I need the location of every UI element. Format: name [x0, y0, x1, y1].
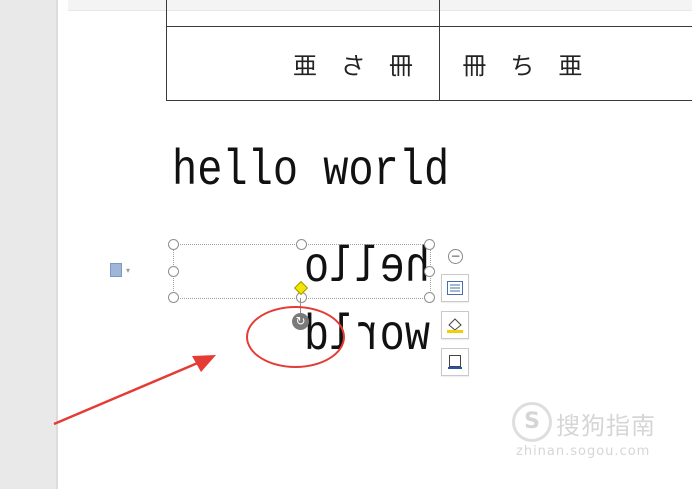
shape-fill-button[interactable]	[441, 311, 469, 339]
layout-options-button[interactable]	[441, 274, 469, 302]
layout-options-icon	[447, 281, 463, 295]
watermark-url: zhinan.sogou.com	[516, 444, 651, 459]
paragraph-icon[interactable]	[110, 263, 122, 277]
shape-outline-button[interactable]	[441, 348, 469, 376]
collapse-icon[interactable]: −	[448, 249, 463, 264]
watermark-logo-icon: S	[512, 402, 552, 442]
shape-outline-icon	[448, 355, 462, 369]
watermark-text: 搜狗指南	[556, 412, 656, 440]
shape-fill-icon	[447, 318, 463, 333]
chevron-down-icon[interactable]: ▾	[126, 266, 130, 275]
